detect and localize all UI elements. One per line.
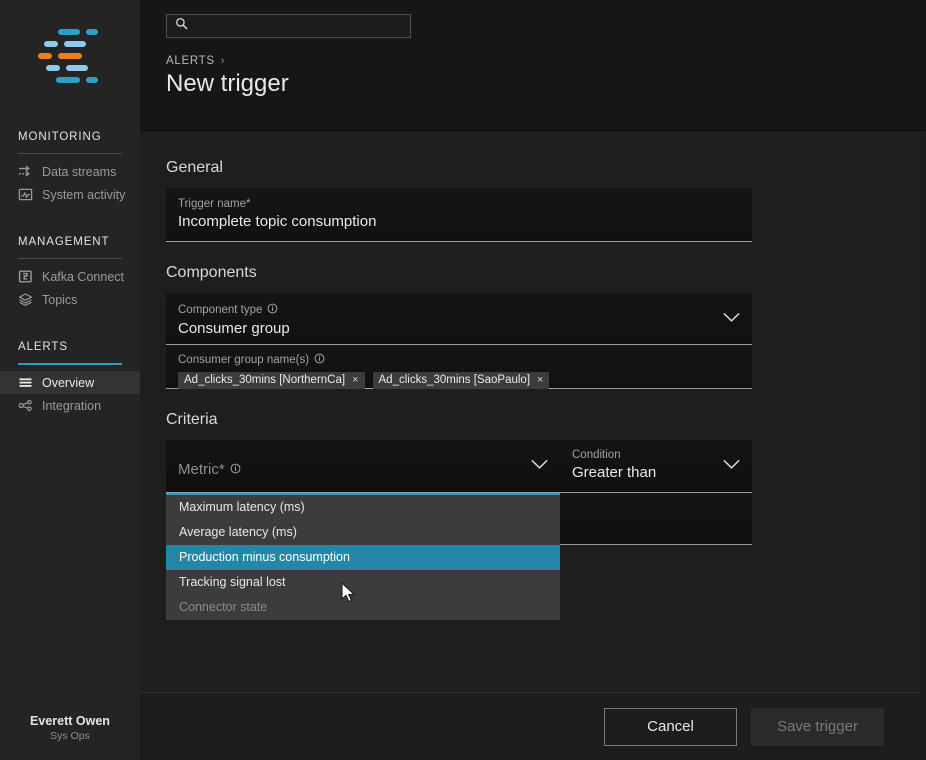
info-icon[interactable] (230, 461, 241, 478)
sidebar-item-label: Overview (42, 375, 95, 390)
trigger-name-value: Incomplete topic consumption (178, 213, 377, 230)
app-window: MONITORING Data streams System activity … (0, 0, 926, 760)
sidebar-item-label: Kafka Connect (42, 269, 124, 284)
dropdown-option-highlighted[interactable]: Production minus consumption (166, 545, 560, 570)
sidebar-group-alerts: ALERTS Overview Integration (0, 338, 140, 417)
search-box[interactable] (166, 14, 411, 38)
section-general: General Trigger name* Incomplete topic c… (166, 159, 920, 242)
system-activity-icon (18, 187, 33, 202)
info-icon[interactable] (267, 303, 278, 317)
top-bar: ALERTS › New trigger (140, 0, 926, 131)
overview-icon (18, 375, 33, 390)
logo-bar (86, 29, 98, 35)
sidebar-divider (18, 153, 122, 154)
logo-bar (58, 29, 80, 35)
sidebar-item-label: Integration (42, 398, 102, 413)
component-type-value: Consumer group (178, 320, 290, 337)
chip[interactable]: Ad_clicks_30mins [SaoPaulo] × (372, 372, 550, 389)
logo-bar (86, 77, 98, 83)
chip-remove-icon[interactable]: × (352, 374, 358, 386)
sidebar-heading-alerts: ALERTS (18, 341, 68, 353)
chevron-right-icon: › (220, 55, 226, 67)
chevron-down-icon[interactable] (723, 457, 740, 475)
form-content: General Trigger name* Incomplete topic c… (140, 131, 920, 691)
dropdown-option[interactable]: Maximum latency (ms) (166, 495, 560, 520)
dropdown-option[interactable]: Tracking signal lost (166, 570, 560, 595)
sidebar-heading-monitoring: MONITORING (18, 131, 102, 143)
condition-label: Condition (572, 449, 621, 461)
logo-bar (46, 65, 60, 71)
section-title-general: General (166, 159, 223, 176)
sidebar-divider (18, 258, 122, 259)
sidebar-item-kafka-connect[interactable]: Kafka Connect (0, 265, 140, 288)
sidebar-item-label: System activity (42, 187, 126, 202)
consumer-groups-label: Consumer group name(s) (178, 353, 740, 367)
chip-remove-icon[interactable]: × (537, 374, 543, 386)
consumer-group-chips: Ad_clicks_30mins [NorthernCa] × Ad_click… (178, 372, 740, 389)
sidebar-item-overview[interactable]: Overview (0, 371, 140, 394)
chip-label: Ad_clicks_30mins [NorthernCa] (184, 374, 346, 386)
sidebar-item-label: Topics (42, 292, 78, 307)
sidebar-heading-management: MANAGEMENT (18, 236, 110, 248)
logo-bar (66, 65, 88, 71)
value-field[interactable] (560, 493, 752, 545)
metric-placeholder: Metric* (178, 461, 548, 478)
dropdown-option[interactable]: Average latency (ms) (166, 520, 560, 545)
logo-bar (44, 41, 58, 47)
sidebar-group-management: MANAGEMENT Kafka Connect Topics (0, 233, 140, 311)
search-icon (175, 17, 188, 35)
logo-bar (58, 53, 82, 59)
trigger-name-field[interactable]: Trigger name* Incomplete topic consumpti… (166, 188, 752, 242)
consumer-groups-field[interactable]: Consumer group name(s) Ad_clicks_30mins … (166, 345, 752, 389)
app-logo[interactable] (0, 0, 140, 96)
trigger-name-label: Trigger name* (178, 198, 251, 210)
topics-icon (18, 292, 33, 307)
user-role: Sys Ops (50, 730, 90, 742)
condition-select[interactable]: Condition Greater than (560, 440, 752, 493)
chevron-down-icon[interactable] (531, 457, 548, 475)
kafka-connect-icon (18, 269, 33, 284)
cancel-button[interactable]: Cancel (604, 707, 737, 746)
component-type-label-text: Component type (178, 304, 263, 316)
condition-value: Greater than (572, 464, 657, 481)
main-panel: ALERTS › New trigger General Trigger nam… (140, 0, 926, 760)
logo-bar (56, 77, 80, 83)
logo-bar (64, 41, 86, 47)
component-type-select[interactable]: Component type Consumer group (166, 293, 752, 345)
search-input[interactable] (194, 19, 394, 33)
user-name: Everett Owen (30, 714, 110, 728)
info-icon[interactable] (314, 353, 325, 367)
sidebar-item-label: Data streams (42, 164, 117, 179)
sidebar-group-monitoring: MONITORING Data streams System activity (0, 128, 140, 206)
sidebar-divider-active (18, 363, 122, 365)
chip-label: Ad_clicks_30mins [SaoPaulo] (378, 374, 531, 386)
user-profile[interactable]: Everett Owen Sys Ops (0, 714, 140, 742)
dropdown-option-disabled: Connector state (179, 600, 268, 614)
sidebar-item-data-streams[interactable]: Data streams (0, 160, 140, 183)
sidebar: MONITORING Data streams System activity … (0, 0, 140, 760)
logo-bar (38, 53, 52, 59)
chevron-down-icon[interactable] (723, 310, 740, 328)
integration-icon (18, 398, 33, 413)
breadcrumb: ALERTS › (166, 55, 926, 67)
section-components: Components Component type Consumer group… (166, 264, 920, 389)
sidebar-item-system-activity[interactable]: System activity (0, 183, 140, 206)
sidebar-item-integration[interactable]: Integration (0, 394, 140, 417)
metric-select[interactable]: Metric* Maximum latency (ms) Average lat… (166, 440, 560, 620)
section-title-components: Components (166, 264, 257, 281)
metric-placeholder-text: Metric* (178, 461, 225, 478)
save-trigger-button[interactable]: Save trigger (751, 707, 884, 746)
criteria-row: Metric* Maximum latency (ms) Average lat… (166, 440, 752, 620)
data-streams-icon (18, 164, 33, 179)
breadcrumb-parent[interactable]: ALERTS (166, 55, 215, 67)
form-footer: Cancel Save trigger (140, 692, 920, 760)
metric-dropdown-list[interactable]: Maximum latency (ms) Average latency (ms… (166, 493, 560, 620)
consumer-groups-label-text: Consumer group name(s) (178, 354, 310, 366)
component-type-label: Component type (178, 303, 740, 317)
chip[interactable]: Ad_clicks_30mins [NorthernCa] × (178, 372, 365, 389)
page-title: New trigger (166, 70, 289, 97)
sidebar-item-topics[interactable]: Topics (0, 288, 140, 311)
section-criteria: Criteria Metric* Maximum latency (ms) Av… (166, 411, 920, 620)
section-title-criteria: Criteria (166, 411, 218, 428)
